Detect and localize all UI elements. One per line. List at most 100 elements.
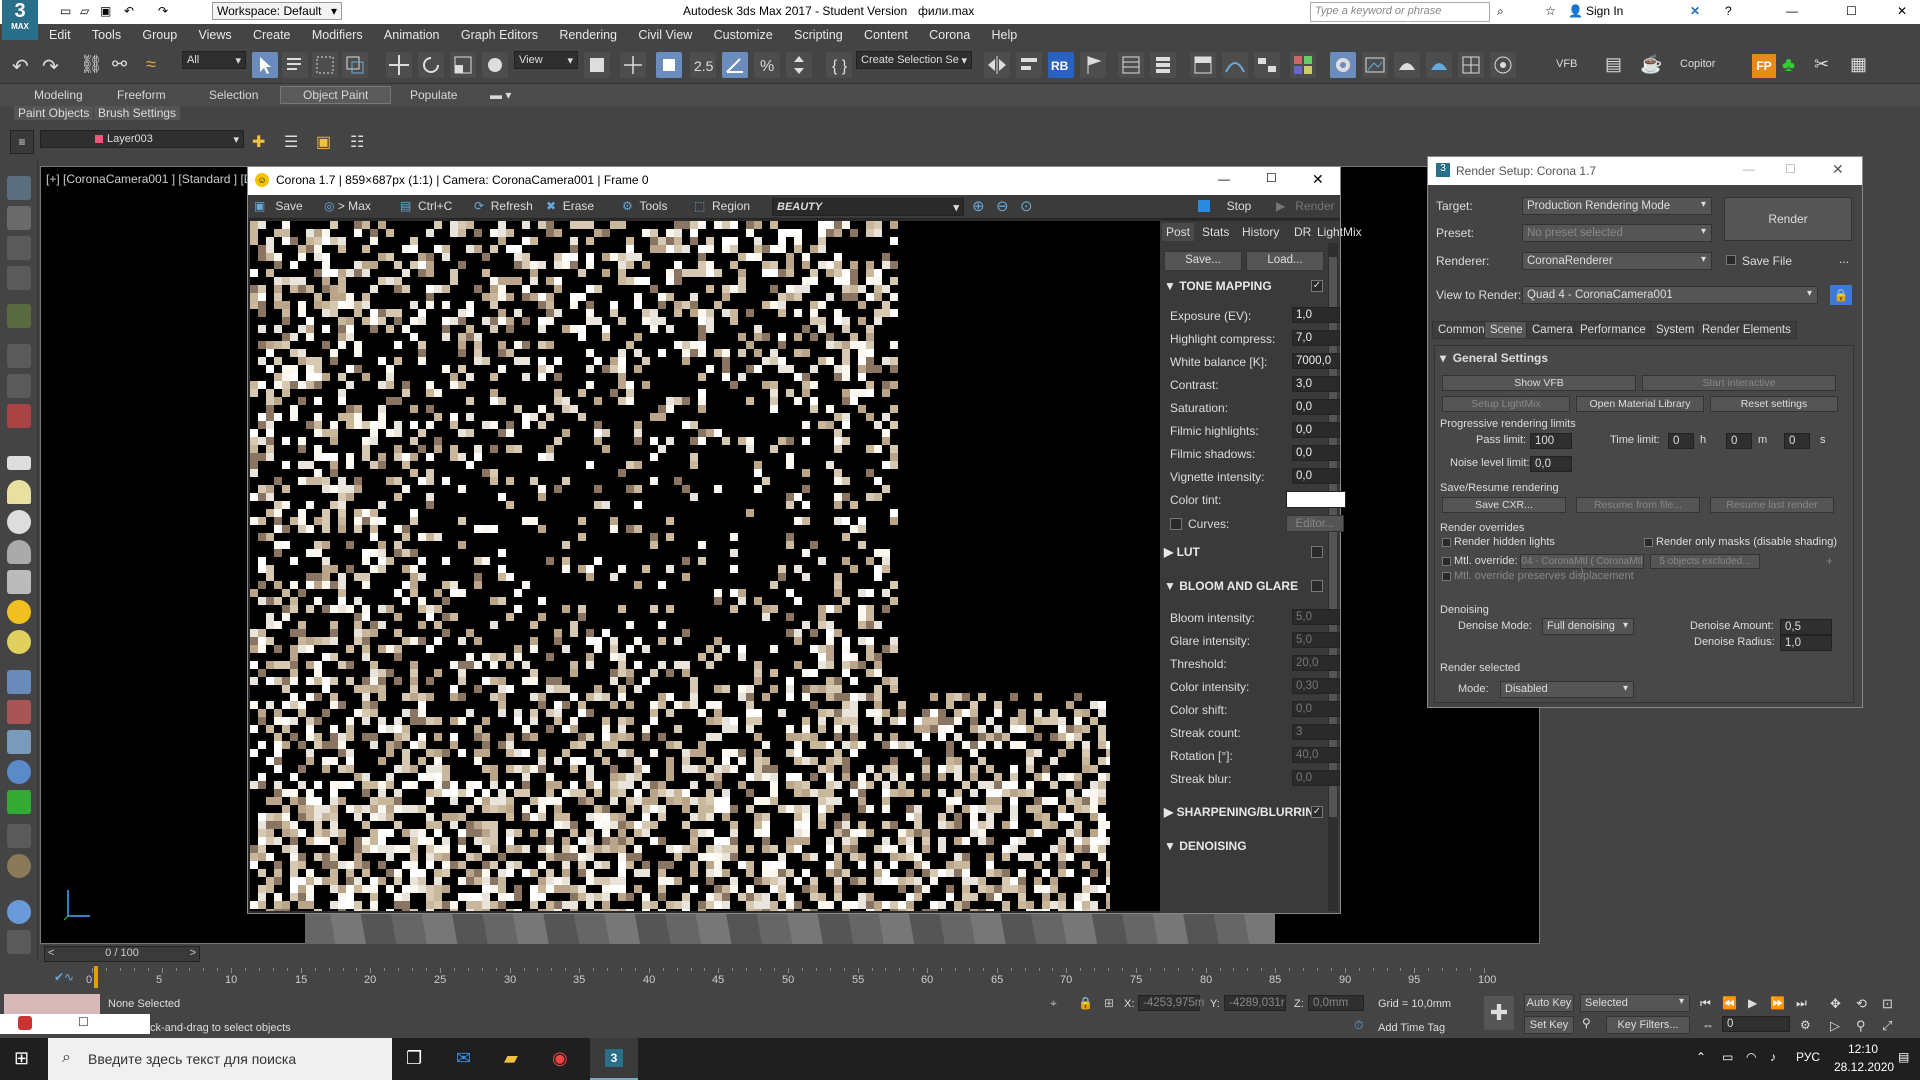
denoise-radius-input[interactable]: 1,0 (1780, 635, 1832, 651)
create-layer-icon[interactable]: ✚ (252, 132, 265, 152)
tray-chevron-icon[interactable]: ⌃ (1696, 1050, 1706, 1064)
menu-views[interactable]: Views (190, 24, 241, 42)
render-iterative-button[interactable] (1426, 52, 1452, 78)
paint-objects-tab[interactable]: Paint Objects (14, 106, 94, 120)
lut-checkbox[interactable] (1311, 546, 1323, 558)
go-to-end-icon[interactable]: ⏭ (1796, 996, 1807, 1011)
tab-lightmix[interactable]: LightMix (1313, 223, 1366, 241)
vfb-maximize-button[interactable]: ☐ (1266, 171, 1277, 185)
white-balance-input[interactable]: 7000,0 (1292, 353, 1340, 369)
target-dropdown[interactable]: Production Rendering Mode (1522, 197, 1712, 215)
streak-count-input[interactable]: 3 (1292, 724, 1340, 740)
selection-filter-dropdown[interactable]: All ▾ (182, 51, 246, 69)
search-input[interactable]: Type a keyword or phrase (1310, 2, 1490, 22)
a360-gallery-button[interactable] (1490, 52, 1516, 78)
layer-stack-icon[interactable]: ☰ (284, 132, 298, 152)
render-selected-mode-dropdown[interactable]: Disabled (1500, 681, 1634, 698)
network-icon[interactable]: ▭ (1722, 1050, 1733, 1064)
isolate-icon[interactable]: ⌖ (1050, 996, 1057, 1011)
curves-checkbox[interactable] (1170, 518, 1182, 530)
key-mode-icon[interactable]: ⇔ (1702, 1018, 1714, 1032)
pivot-center-button[interactable] (584, 52, 610, 78)
wifi-icon[interactable]: ◠ (1746, 1050, 1756, 1064)
railclone-icon[interactable]: ♣ (1782, 54, 1795, 77)
angle-snap-button[interactable] (722, 52, 748, 78)
render-pass-dropdown[interactable]: BEAUTY ▾ (772, 198, 964, 216)
render-production-button[interactable] (1394, 52, 1420, 78)
rendered-frame-window-button[interactable] (1362, 52, 1388, 78)
curves-editor-button[interactable]: Editor... (1286, 515, 1344, 532)
show-vfb-button[interactable]: Show VFB (1442, 375, 1636, 391)
time-minutes-input[interactable]: 0 (1726, 433, 1752, 449)
layer-explorer-button[interactable] (1150, 52, 1176, 78)
teapot-icon[interactable]: ☕ (1640, 54, 1662, 75)
color-intensity-input[interactable]: 0,30 (1292, 678, 1340, 694)
tab-camera[interactable]: Camera (1526, 321, 1579, 339)
scene-explorer-button[interactable] (1118, 52, 1144, 78)
field-of-view-icon[interactable]: ▷ (1830, 1018, 1840, 1034)
brush-icon[interactable] (7, 700, 31, 724)
brush-settings-tab[interactable]: Brush Settings (94, 106, 181, 120)
sharpening-header[interactable]: ▶ SHARPENING/BLURRING (1164, 805, 1323, 819)
noise-level-input[interactable]: 0,0 (1530, 456, 1572, 472)
ribbon-tab-object-paint[interactable]: Object Paint (280, 86, 392, 104)
yellow-sphere-icon[interactable] (7, 630, 31, 654)
keyboard-shortcut-override-button[interactable] (656, 52, 682, 78)
filmic-highlights-input[interactable]: 0,0 (1292, 422, 1340, 438)
workspace-dropdown[interactable]: Workspace: Default ▾ (212, 2, 342, 20)
ribbon-tab-modeling[interactable]: Modeling (34, 88, 83, 102)
bloom-glare-header[interactable]: ▼ BLOOM AND GLARE (1164, 579, 1298, 593)
taskbar-search[interactable]: ⌕ Введите здесь текст для поиска (48, 1038, 392, 1080)
set-key-big-icon[interactable]: ✚ (1484, 996, 1514, 1030)
lut-header[interactable]: ▶ LUT (1164, 545, 1200, 559)
rotation-input[interactable]: 40,0 (1292, 747, 1340, 763)
binoculars-icon[interactable]: ⌕ (1497, 4, 1504, 19)
teapot-object-icon[interactable] (7, 540, 31, 564)
time-tag-icon[interactable]: ⏱ (1354, 1018, 1363, 1033)
hierarchy-tab-icon[interactable] (7, 236, 31, 260)
star-icon[interactable]: ☆ (1545, 4, 1556, 18)
rb-button[interactable]: RB (1048, 52, 1074, 78)
walk-icon[interactable]: ⚲ (1856, 1018, 1866, 1034)
streak-blur-input[interactable]: 0,0 (1292, 770, 1340, 786)
time-cursor[interactable] (94, 966, 98, 988)
vfb-tools-button[interactable]: ⚙ Tools (622, 199, 667, 213)
vfb-render-button[interactable]: ▶ Render (1276, 199, 1335, 213)
exchange-icon[interactable]: ✕ (1690, 4, 1700, 18)
notifications-icon[interactable]: ▤ (1898, 1050, 1909, 1064)
orbit-icon[interactable]: ⟲ (1856, 996, 1867, 1012)
clock-time[interactable]: 12:10 (1848, 1042, 1878, 1056)
copitor-button[interactable]: Copitor (1680, 58, 1715, 70)
x-coordinate[interactable]: -4253,975m (1138, 995, 1204, 1011)
scale-button[interactable] (450, 52, 476, 78)
select-by-name-button[interactable] (282, 52, 308, 78)
align-button[interactable] (1016, 52, 1042, 78)
menu-animation[interactable]: Animation (375, 24, 449, 42)
excluded-add-icon[interactable]: + (1826, 554, 1833, 568)
vfb-save-button[interactable]: ▣ Save (254, 199, 303, 213)
script-icon[interactable] (7, 930, 31, 954)
y-coordinate[interactable]: -4289,031r (1224, 995, 1286, 1011)
reference-coord-dropdown[interactable]: View ▾ (514, 51, 578, 69)
link-icon[interactable]: ⛓ (80, 54, 103, 75)
mail-icon[interactable]: ✉ (456, 1048, 471, 1069)
window-crossing-button[interactable] (342, 52, 368, 78)
tab-history[interactable]: History (1238, 223, 1283, 241)
undo-toolbar-icon[interactable]: ↶ (12, 54, 29, 79)
reset-settings-button[interactable]: Reset settings (1710, 396, 1838, 412)
absolute-mode-icon[interactable]: ⊞ (1104, 996, 1114, 1010)
plane-icon[interactable] (7, 456, 31, 470)
menu-help[interactable]: Help (983, 24, 1027, 42)
toggle-ribbon-button[interactable] (1190, 52, 1216, 78)
lights-icon[interactable] (7, 404, 31, 428)
plant-icon[interactable] (7, 790, 31, 814)
tools-icon[interactable]: ✂ (1814, 54, 1829, 75)
shell-icon[interactable] (7, 854, 31, 878)
menu-content[interactable]: Content (855, 24, 917, 42)
sharpening-checkbox[interactable]: ✓ (1311, 806, 1323, 818)
forest-pack-icon[interactable]: FP (1752, 54, 1776, 78)
place-button[interactable] (482, 52, 508, 78)
go-to-start-icon[interactable]: ⏮ (1700, 996, 1711, 1011)
percent-snap-button[interactable]: % (754, 52, 780, 78)
resume-from-file-button[interactable]: Resume from file... (1576, 497, 1700, 513)
